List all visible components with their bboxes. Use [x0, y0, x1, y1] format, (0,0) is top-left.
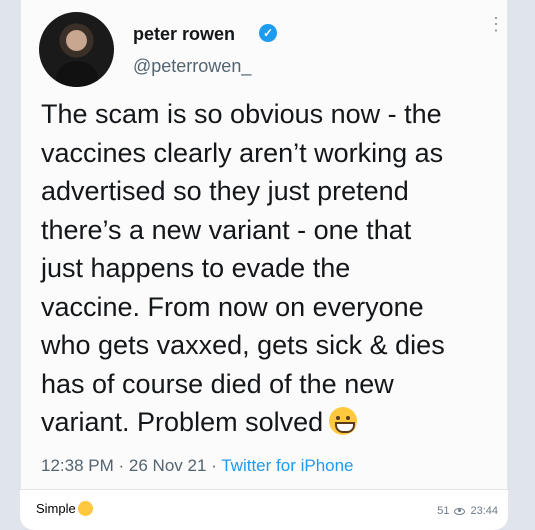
tweet-meta: 12:38 PM · 26 Nov 21 · Twitter for iPhon…: [41, 456, 354, 476]
message-footer: 51 23:44: [437, 505, 498, 517]
message-time: 23:44: [470, 505, 498, 517]
view-count: 51: [437, 505, 450, 517]
meta-separator: ·: [118, 456, 125, 475]
eye-icon: [454, 507, 466, 515]
display-name: peter rowen: [133, 24, 236, 44]
tweet-source: Twitter for iPhone: [221, 456, 354, 475]
message-caption: Simple: [36, 501, 93, 516]
verified-badge-icon: ✓: [259, 24, 277, 42]
tweet-image[interactable]: peter rowen ✓ @peterrowen_ ⋮ The scam is…: [20, 0, 508, 490]
relieved-face-emoji: [77, 501, 93, 516]
caption-text: Simple: [36, 501, 76, 516]
grinning-face-emoji: [329, 407, 358, 435]
tweet-date: 26 Nov 21: [128, 456, 207, 475]
more-options-icon: ⋮: [487, 14, 505, 34]
meta-separator: ·: [211, 456, 217, 475]
chat-message: peter rowen ✓ @peterrowen_ ⋮ The scam is…: [20, 0, 508, 530]
avatar: [39, 12, 114, 87]
tweet-text-body: The scam is so obvious now - the vaccine…: [41, 99, 445, 437]
tweet-time: 12:38 PM: [41, 456, 114, 475]
tweet-text: The scam is so obvious now - the vaccine…: [41, 95, 496, 442]
handle: @peterrowen_: [133, 56, 252, 76]
